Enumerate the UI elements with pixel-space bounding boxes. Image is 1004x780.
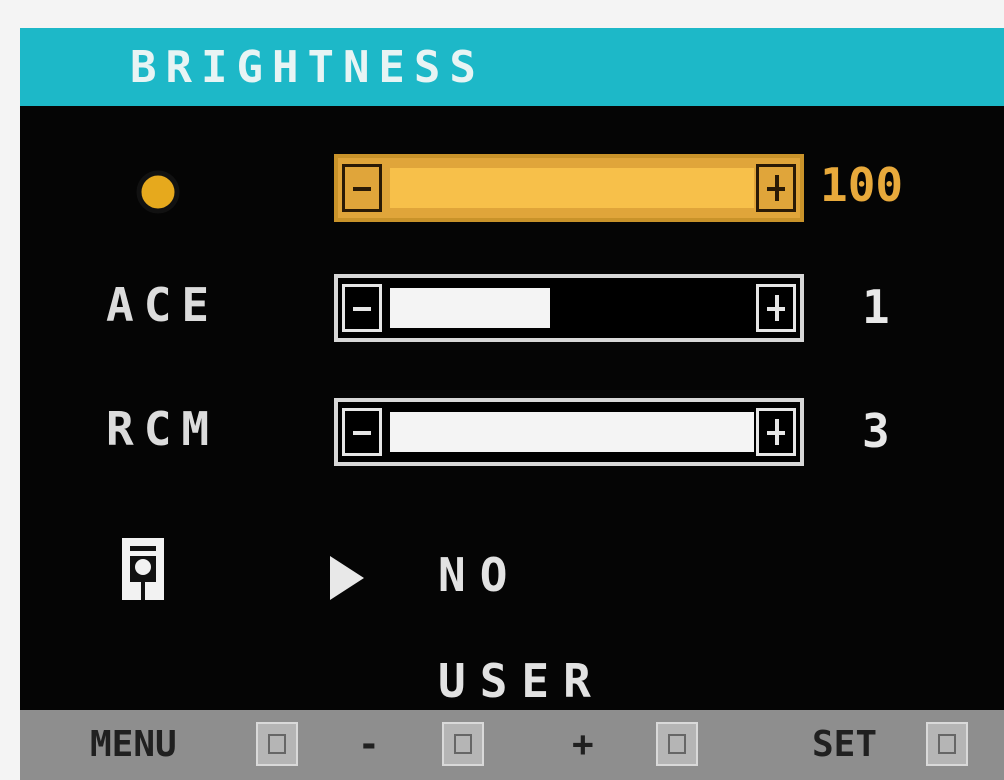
button-guide-bar: MENU - + SET <box>20 710 1004 780</box>
ace-label: ACE <box>106 278 220 332</box>
preset-mode-icon <box>120 536 166 606</box>
set-label: SET <box>812 724 878 765</box>
title-bar: BRIGHTNESS <box>20 28 1004 106</box>
brightness-value: 100 <box>820 158 904 212</box>
plus-key-icon[interactable] <box>656 722 698 766</box>
ace-level <box>390 288 550 328</box>
minus-label: - <box>358 724 380 765</box>
rcm-label: RCM <box>106 402 220 456</box>
increase-icon <box>756 284 796 332</box>
mode-option-no[interactable]: NO <box>438 548 521 602</box>
decrease-icon <box>342 284 382 332</box>
mode-option-user[interactable]: USER <box>438 654 605 708</box>
increase-icon <box>756 408 796 456</box>
ace-slider[interactable] <box>334 274 804 342</box>
menu-key-icon[interactable] <box>256 722 298 766</box>
increase-icon <box>756 164 796 212</box>
page-title: BRIGHTNESS <box>130 42 485 93</box>
menu-label: MENU <box>90 724 177 765</box>
decrease-icon <box>342 164 382 212</box>
plus-label: + <box>572 724 594 765</box>
brightness-sun-icon <box>132 166 184 222</box>
osd-window: BRIGHTNESS 100 ACE 1 RCM 3 NO USER MENU … <box>20 28 1004 780</box>
rcm-slider[interactable] <box>334 398 804 466</box>
minus-key-icon[interactable] <box>442 722 484 766</box>
ace-value: 1 <box>862 280 890 334</box>
set-key-icon[interactable] <box>926 722 968 766</box>
decrease-icon <box>342 408 382 456</box>
rcm-level <box>390 412 754 452</box>
brightness-slider[interactable] <box>334 154 804 222</box>
brightness-level <box>390 168 754 208</box>
rcm-value: 3 <box>862 404 890 458</box>
selection-arrow-icon <box>330 556 364 600</box>
